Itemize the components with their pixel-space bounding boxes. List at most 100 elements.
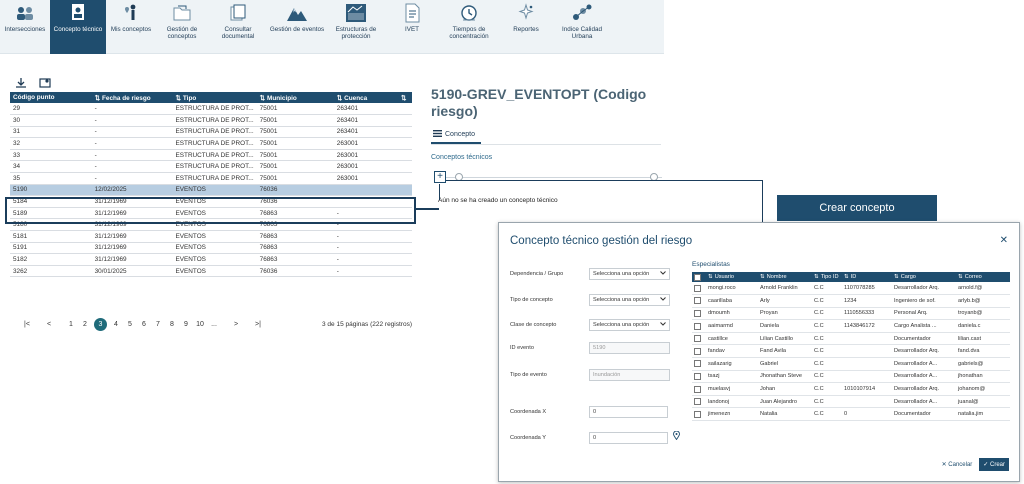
map-icon[interactable] (38, 76, 52, 90)
last-page-button[interactable]: >| (251, 321, 265, 328)
page-button[interactable]: 4 (109, 321, 123, 328)
nav-item[interactable]: Reportes (500, 0, 552, 54)
page-button[interactable]: 1 (64, 321, 78, 328)
table-row[interactable]: 5182 31/12/1969 EVENTOS 76863- (10, 253, 412, 266)
row-checkbox[interactable] (694, 284, 701, 292)
first-page-button[interactable]: |< (20, 321, 34, 328)
table-row[interactable]: 5181 31/12/1969 EVENTOS 76863- (10, 230, 412, 243)
table-cell: - (91, 126, 173, 139)
next-page-button[interactable]: > (229, 321, 243, 328)
row-checkbox[interactable] (694, 410, 701, 418)
add-concept-button[interactable]: + (434, 171, 446, 183)
column-header[interactable]: ⇅ Cuenca (333, 92, 399, 103)
table-row[interactable]: landonoj Juan Alejandro C.C Desarrollador A… (692, 395, 1010, 409)
column-header[interactable]: ⇅ ID (842, 272, 892, 282)
page-button[interactable]: 9 (179, 321, 193, 328)
page-button[interactable]: 6 (137, 321, 151, 328)
field-input[interactable]: 5190 (589, 342, 670, 354)
download-icon[interactable] (14, 76, 28, 90)
nav-item[interactable]: Tiempos de concentración (438, 0, 500, 54)
column-header[interactable]: ⇅ Fecha de riesgo (91, 92, 173, 103)
table-row[interactable]: caarillaba Arly C.C 1234 Ingeniero de sof. ar… (692, 294, 1010, 308)
field-input[interactable]: 0 (589, 432, 668, 444)
column-header[interactable]: ⇅ Correo (956, 272, 1010, 282)
field-select[interactable]: Selecciona una opción (589, 319, 670, 331)
table-row[interactable]: muelasvj Johan C.C 1010107914 Desarrollador … (692, 382, 1010, 396)
table-row[interactable]: 32- ESTRUCTURA DE PROT... 75001 263001 (10, 137, 412, 150)
table-cell: 12/02/2025 (91, 184, 173, 197)
nav-item[interactable]: IVET (386, 0, 438, 54)
column-header[interactable]: ⇅ Usuario (706, 272, 758, 282)
table-cell: 75001 (256, 172, 334, 185)
nav-item[interactable]: Concepto técnico (50, 0, 106, 54)
table-cell: 0 (842, 407, 892, 422)
column-header[interactable]: Código punto (10, 92, 92, 103)
column-header[interactable]: ⇅ Tipo (172, 92, 257, 103)
column-header[interactable]: ⇅ Cargo (892, 272, 956, 282)
table-row[interactable]: tsazj Jhonathan Steve C.C Desarrollador A..… (692, 370, 1010, 384)
field-input[interactable]: 0 (589, 406, 668, 418)
nav-item[interactable]: Gestión de conceptos (156, 0, 208, 54)
page-button[interactable]: 3 (94, 318, 107, 331)
table-row[interactable]: jimenezn Natalia C.C 0 Documentador natalia.j… (692, 407, 1010, 422)
table-row[interactable]: 34- ESTRUCTURA DE PROT... 75001 263001 (10, 160, 412, 174)
table-row[interactable]: fandav Fand Avila C.C Desarrollador Arq. fan… (692, 344, 1010, 359)
create-button[interactable]: ✓ Crear (979, 458, 1009, 471)
table-row[interactable]: 5190 12/02/2025 EVENTOS 76036 (10, 184, 412, 197)
page-button[interactable]: 10 (193, 321, 207, 328)
table-row[interactable]: castillce Lilian Castillo C.C Documentador l… (692, 332, 1010, 346)
table-row[interactable]: 3262 30/01/2025 EVENTOS 76036- (10, 265, 412, 278)
row-checkbox[interactable] (694, 398, 701, 406)
field-select[interactable]: Selecciona una opción (589, 268, 670, 280)
row-checkbox[interactable] (694, 372, 701, 380)
table-row[interactable]: 35- ESTRUCTURA DE PROT... 75001 263001 (10, 172, 412, 185)
cancel-button[interactable]: ✕ Cancelar (939, 459, 976, 470)
field-select[interactable]: Selecciona una opción (589, 294, 670, 306)
table-row[interactable]: 29- ESTRUCTURA DE PROT... 75001 263401 (10, 103, 412, 116)
page-button[interactable]: 7 (151, 321, 165, 328)
table-row[interactable]: sailazarig Gabriel C.C Desarrollador A... ga… (692, 357, 1010, 371)
column-header[interactable]: ⇅ (398, 92, 412, 103)
nav-item[interactable]: Intersecciones (0, 0, 50, 54)
location-pin-icon[interactable] (673, 430, 680, 442)
table-row[interactable]: mongi.roco Arnold Franklin C.C 1107078285 De… (692, 282, 1010, 296)
table-row[interactable]: 31- ESTRUCTURA DE PROT... 75001 263401 (10, 126, 412, 139)
row-checkbox[interactable] (694, 297, 701, 305)
close-icon[interactable]: ✕ (1000, 235, 1008, 246)
table-cell: 1010107914 (842, 382, 892, 396)
nav-item[interactable]: Gestión de eventos (268, 0, 326, 54)
table-row[interactable]: 33- ESTRUCTURA DE PROT... 75001 263001 (10, 149, 412, 162)
table-cell: ESTRUCTURA DE PROT... (172, 103, 257, 116)
nav-item[interactable]: Consultar documental (208, 0, 268, 54)
table-row[interactable]: aaimarmd Daniela C.C 1143846172 Cargo Analis… (692, 319, 1010, 333)
row-checkbox[interactable] (694, 335, 701, 343)
select-all-checkbox[interactable] (694, 273, 701, 281)
table-cell: C.C (812, 307, 842, 321)
nav-item[interactable]: Mis conceptos (106, 0, 156, 54)
table-cell (692, 357, 706, 371)
column-header[interactable]: ⇅ Municipio (256, 92, 334, 103)
table-cell: C.C (812, 282, 842, 296)
chevron-down-icon (660, 271, 666, 277)
table-row[interactable]: 5191 31/12/1969 EVENTOS 76863- (10, 242, 412, 255)
column-header[interactable]: ⇅ Nombre (758, 272, 812, 282)
row-checkbox[interactable] (694, 347, 701, 355)
page-button[interactable]: ... (207, 321, 221, 328)
prev-page-button[interactable]: < (42, 321, 56, 328)
page-button[interactable]: 8 (165, 321, 179, 328)
table-row[interactable]: dmoumh Proyan C.C 1110556333 Personal Arq. tr… (692, 307, 1010, 321)
field-input[interactable]: Inundación (589, 369, 670, 381)
page-button[interactable]: 5 (123, 321, 137, 328)
row-checkbox[interactable] (694, 385, 701, 393)
row-checkbox[interactable] (694, 322, 701, 330)
page-button[interactable]: 2 (78, 321, 92, 328)
table-row[interactable]: 30- ESTRUCTURA DE PROT... 75001 263401 (10, 114, 412, 127)
row-checkbox[interactable] (694, 360, 701, 368)
row-checkbox[interactable] (694, 309, 701, 317)
tab-concepto[interactable]: Concepto (433, 130, 475, 139)
nav-item[interactable]: Indice Calidad Urbana (552, 0, 612, 54)
column-header[interactable]: ⇅ Tipo ID (812, 272, 842, 282)
nav-item[interactable]: Estructuras de protección (326, 0, 386, 54)
column-header[interactable] (692, 272, 706, 282)
table-cell (692, 319, 706, 333)
